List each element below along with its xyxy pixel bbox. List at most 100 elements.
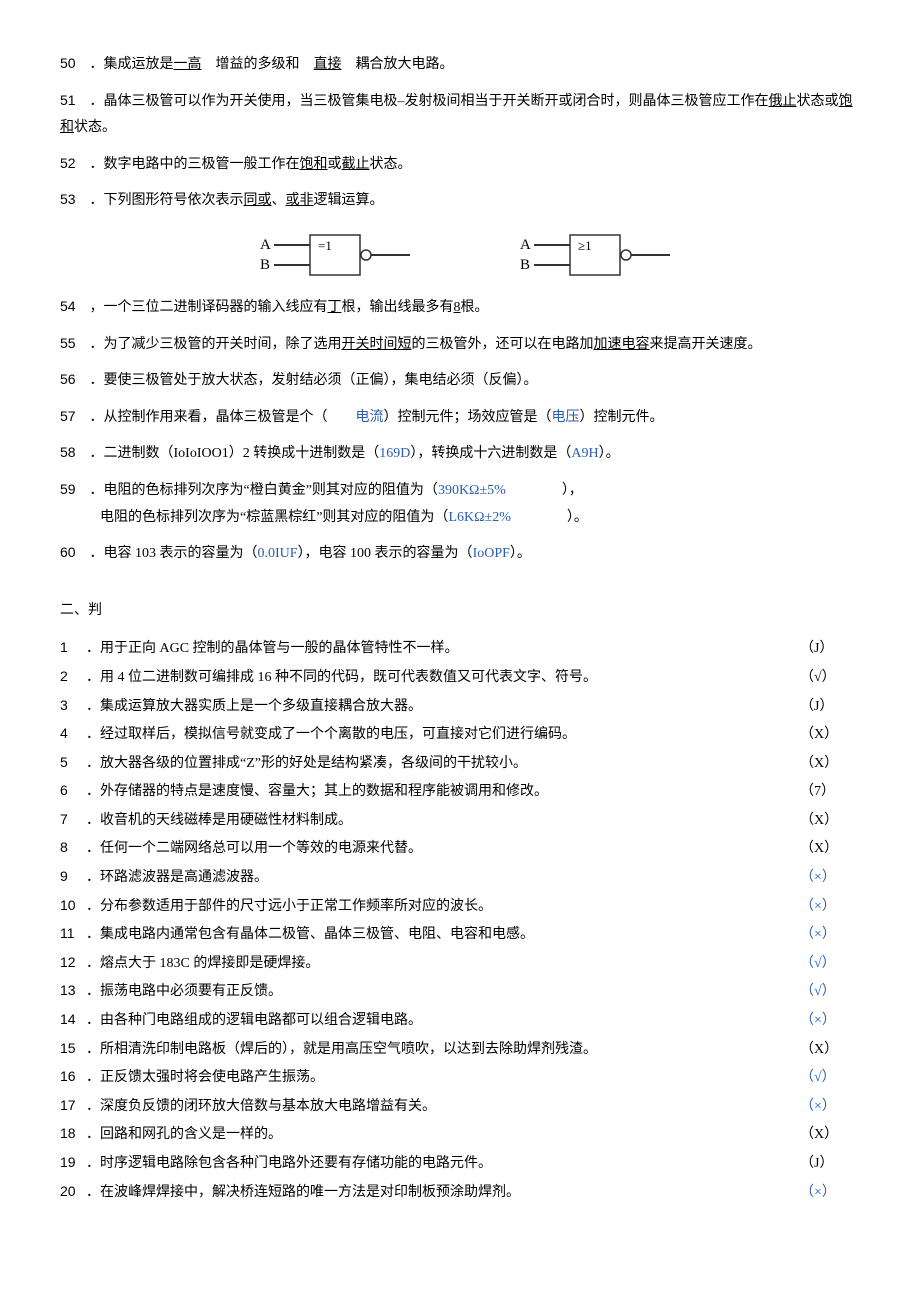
tf-text: 9．环路滤波器是高通滤波器。: [60, 863, 800, 892]
q50-a1: 一高: [174, 57, 202, 72]
q59-post2: ）。: [511, 510, 588, 525]
tf-num: 18: [60, 1120, 86, 1147]
tf-text: 8．任何一个二端网络总可以用一个等效的电源来代替。: [60, 834, 800, 863]
tf-answer: （J）: [800, 694, 860, 721]
tf-answer: （×）: [800, 1094, 860, 1121]
svg-text:≥1: ≥1: [578, 238, 592, 253]
q58-mid: ），转换成十六进制数是（: [410, 446, 571, 461]
q51-a1: 俄止: [769, 94, 797, 109]
tf-text: 11．集成电路内通常包含有晶体二极管、晶体三极管、电阻、电容和电感。: [60, 920, 800, 949]
q51-t1: ．晶体三极管可以作为开关使用，当三极管集电极–发射极间相当于开关断开或闭合时，则…: [90, 94, 769, 109]
tf-answer: （√）: [800, 951, 860, 978]
q50-mid2: 耦合放大电路。: [342, 57, 454, 72]
question-56: 56 ．要使三极管处于放大状态，发射结必须（正偏），集电结必须（反偏）。: [60, 366, 860, 395]
q57-num: 57: [60, 403, 86, 430]
tf-answer: （×）: [800, 922, 860, 949]
svg-text:A: A: [520, 237, 531, 253]
q57-a1: 电流: [356, 410, 384, 425]
tf-text: 15．所相清洗印制电路板（焊后的），就是用高压空气喷吹，以达到去除助焊剂残渣。: [60, 1035, 800, 1064]
section-2-title: 二、判: [60, 598, 860, 625]
tf-item: 12．熔点大于 183C 的焊接即是硬焊接。（√）: [60, 949, 860, 978]
question-51: 51 ．晶体三极管可以作为开关使用，当三极管集电极–发射极间相当于开关断开或闭合…: [60, 87, 860, 142]
q51-t2: 状态或: [797, 94, 839, 109]
q57-mid: ）控制元件；场效应管是（: [384, 410, 552, 425]
tf-num: 8: [60, 834, 86, 861]
q58-a1: 169D: [379, 446, 410, 461]
q56-text: ．要使三极管处于放大状态，发射结必须（正偏），集电结必须（反偏）。: [90, 373, 538, 388]
tf-text: 17．深度负反馈的闭环放大倍数与基本放大电路增益有关。: [60, 1092, 800, 1121]
tf-item: 20．在波峰焊焊接中，解决桥连短路的唯一方法是对印制板预涂助焊剂。（×）: [60, 1178, 860, 1207]
tf-item: 14．由各种门电路组成的逻辑电路都可以组合逻辑电路。（×）: [60, 1006, 860, 1035]
tf-num: 20: [60, 1178, 86, 1205]
tf-num: 16: [60, 1063, 86, 1090]
q58-a2: A9H: [571, 446, 598, 461]
q51-t3: 状态。: [74, 120, 116, 135]
q52-a1: 饱和: [300, 157, 328, 172]
true-false-list: 1．用于正向 AGC 控制的晶体管与一般的晶体管特性不一样。 （J） 2．用 4 位…: [60, 634, 860, 1206]
q53-mid: 、: [272, 193, 286, 208]
tf-question: ．用 4 位二进制数可编排成 16 种不同的代码，既可代表数值又可代表文字、符号…: [86, 670, 597, 685]
q60-pre: ．电容 103 表示的容量为（: [90, 546, 258, 561]
tf-text: 1．用于正向 AGC 控制的晶体管与一般的晶体管特性不一样。: [60, 634, 800, 663]
tf-num: 4: [60, 720, 86, 747]
q58-num: 58: [60, 439, 86, 466]
tf-text: 3．集成运算放大器实质上是一个多级直接耦合放大器。: [60, 692, 800, 721]
q52-post: 状态。: [370, 157, 412, 172]
tf-question: ．放大器各级的位置排成“Z”形的好处是结构紧凑，各级间的干扰较小。: [86, 756, 527, 771]
q55-mid: 的三极管外，还可以在电路加: [412, 337, 594, 352]
q58-post: ）。: [599, 446, 620, 461]
q53-num: 53: [60, 186, 86, 213]
tf-item: 17．深度负反馈的闭环放大倍数与基本放大电路增益有关。（×）: [60, 1092, 860, 1121]
tf-num: 2: [60, 663, 86, 690]
tf-item: 15．所相清洗印制电路板（焊后的），就是用高压空气喷吹，以达到去除助焊剂残渣。（…: [60, 1035, 860, 1064]
q52-pre: ．数字电路中的三极管一般工作在: [90, 157, 300, 172]
tf-text: 14．由各种门电路组成的逻辑电路都可以组合逻辑电路。: [60, 1006, 800, 1035]
q59-line2pre: 电阻的色标排列次序为“棕蓝黑棕红”则其对应的阻值为（: [100, 510, 448, 525]
tf-text: 10．分布参数适用于部件的尺寸远小于正常工作频率所对应的波长。: [60, 892, 800, 921]
q52-num: 52: [60, 150, 86, 177]
tf-answer: （√）: [800, 1065, 860, 1092]
tf-question: ．环路滤波器是高通滤波器。: [86, 870, 268, 885]
tf-item: 3．集成运算放大器实质上是一个多级直接耦合放大器。（J）: [60, 692, 860, 721]
svg-text:B: B: [260, 257, 270, 273]
q57-pre: ．从控制作用来看，晶体三极管是个（: [90, 410, 356, 425]
tf-num: 19: [60, 1149, 86, 1176]
tf-answer: （X）: [800, 751, 860, 778]
tf-text: 7．收音机的天线磁棒是用硬磁性材料制成。: [60, 806, 800, 835]
tf-question: ．由各种门电路组成的逻辑电路都可以组合逻辑电路。: [86, 1013, 422, 1028]
q53-pre: ．下列图形符号依次表示: [90, 193, 244, 208]
q54-pre: ，一个三位二进制译码器的输入线应有: [90, 300, 328, 315]
q54-a1: 丁: [328, 300, 342, 315]
question-54: 54 ，一个三位二进制译码器的输入线应有丁根，输出线最多有8根。: [60, 293, 860, 322]
q50-num: 50: [60, 50, 86, 77]
q57-post: ）控制元件。: [580, 410, 664, 425]
q55-post: 来提高开关速度。: [650, 337, 762, 352]
tf-num: 1: [60, 634, 86, 661]
tf-item: 18．回路和网孔的含义是一样的。（X）: [60, 1120, 860, 1149]
tf-text: 16．正反馈太强时将会使电路产生振荡。: [60, 1063, 800, 1092]
tf-answer: （×）: [800, 865, 860, 892]
q60-mid: ），电容 100 表示的容量为（: [298, 546, 473, 561]
tf-item: 10．分布参数适用于部件的尺寸远小于正常工作频率所对应的波长。（×）: [60, 892, 860, 921]
question-58: 58 ．二进制数（IoIoIOO1）2 转换成十进制数是（169D），转换成十六…: [60, 439, 860, 468]
tf-question: ．收音机的天线磁棒是用硬磁性材料制成。: [86, 813, 352, 828]
question-53: 53 ．下列图形符号依次表示同或、或非 逻辑运算。: [60, 186, 860, 215]
tf-answer: （J）: [800, 1151, 860, 1178]
tf-question: ．所相清洗印制电路板（焊后的），就是用高压空气喷吹，以达到去除助焊剂残渣。: [86, 1042, 597, 1057]
tf-question: ．用于正向 AGC 控制的晶体管与一般的晶体管特性不一样。: [86, 641, 459, 656]
tf-question: ．时序逻辑电路除包含各种门电路外还要有存储功能的电路元件。: [86, 1156, 492, 1171]
tf-question: ．任何一个二端网络总可以用一个等效的电源来代替。: [86, 841, 422, 856]
question-55: 55 ．为了减少三极管的开关时间，除了选用开关时间短的三极管外，还可以在电路加加…: [60, 330, 860, 359]
tf-answer: （7）: [800, 779, 860, 806]
tf-num: 11: [60, 920, 86, 947]
tf-item: 9．环路滤波器是高通滤波器。（×）: [60, 863, 860, 892]
tf-num: 9: [60, 863, 86, 890]
q59-a2: L6KΩ±2%: [448, 510, 510, 525]
q59-pre: ．电阻的色标排列次序为“橙白黄金”则其对应的阻值为（: [90, 483, 438, 498]
svg-text:B: B: [520, 257, 530, 273]
q55-num: 55: [60, 330, 86, 357]
tf-item: 4．经过取样后，模拟信号就变成了一个个离散的电压，可直接对它们进行编码。（X）: [60, 720, 860, 749]
tf-answer: （×）: [800, 894, 860, 921]
question-57: 57 ．从控制作用来看，晶体三极管是个（ 电流）控制元件；场效应管是（电压）控制…: [60, 403, 860, 432]
tf-text: 18．回路和网孔的含义是一样的。: [60, 1120, 800, 1149]
